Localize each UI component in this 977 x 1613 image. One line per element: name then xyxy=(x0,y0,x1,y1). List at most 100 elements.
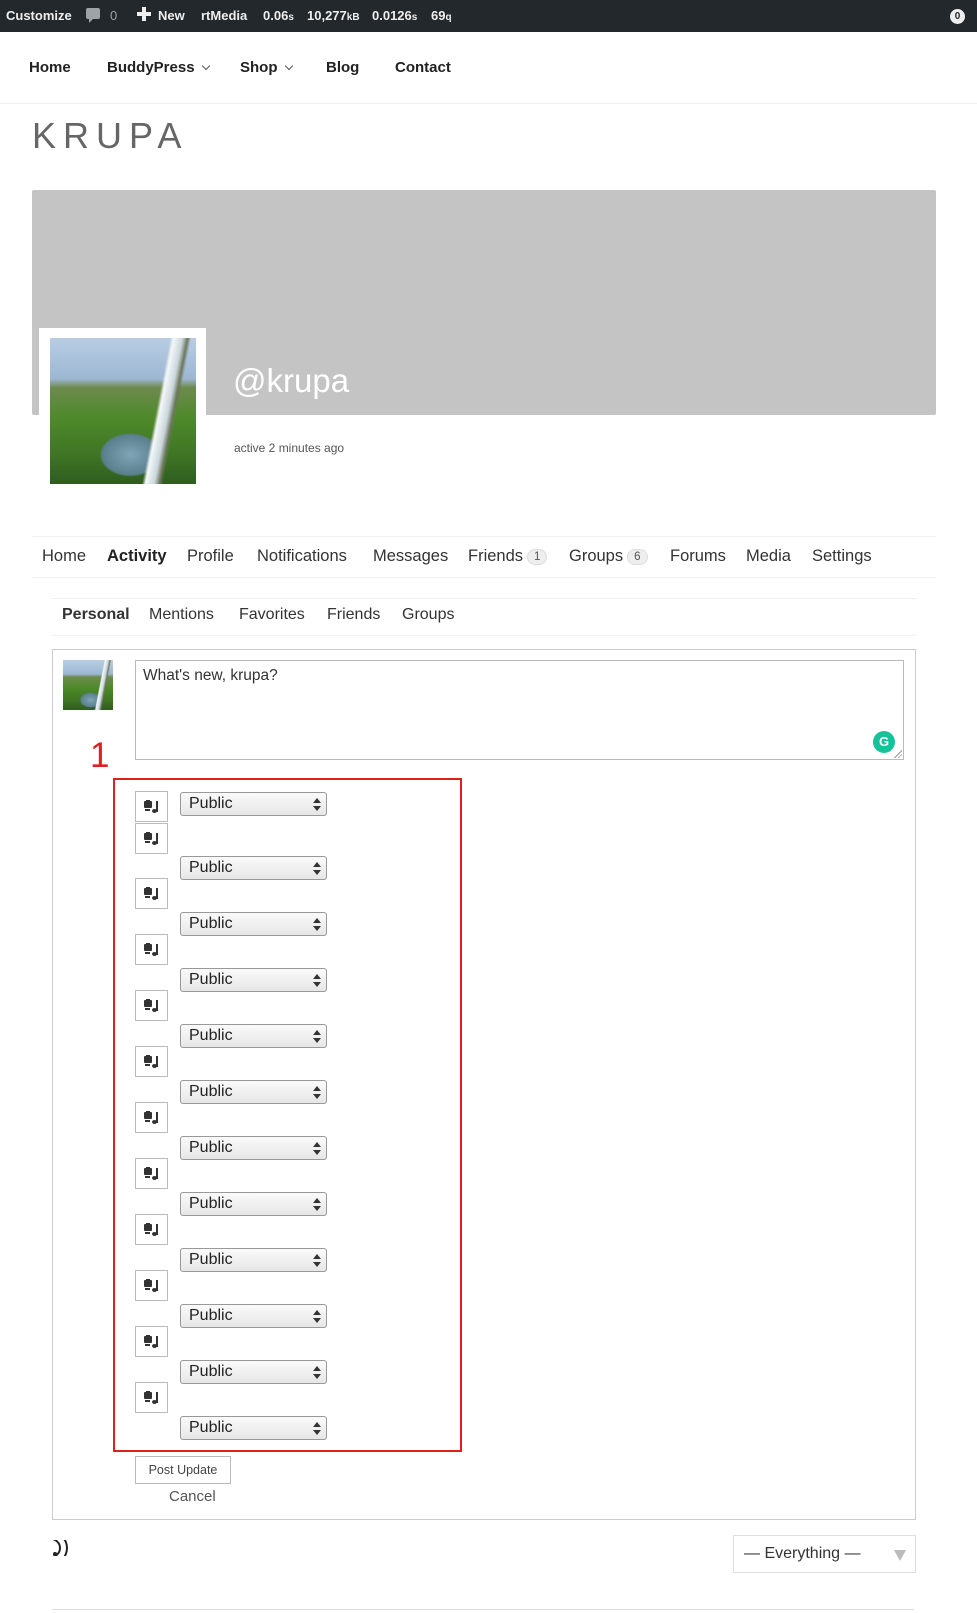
media-upload-icon xyxy=(144,887,160,901)
subtab-groups[interactable]: Groups xyxy=(402,606,454,624)
media-upload-button[interactable] xyxy=(135,1382,168,1413)
plus-icon[interactable] xyxy=(137,7,151,21)
comments-count[interactable]: 0 xyxy=(110,8,117,23)
activity-filter-value: — Everything — xyxy=(744,1545,861,1562)
chevron-down-icon xyxy=(284,61,293,71)
nav-shop-label: Shop xyxy=(240,59,278,76)
post-update-button[interactable]: Post Update xyxy=(135,1456,231,1484)
tab-media[interactable]: Media xyxy=(746,547,791,566)
privacy-select-value: Public xyxy=(189,1139,233,1156)
privacy-select[interactable]: Public xyxy=(180,792,327,816)
privacy-select-value: Public xyxy=(189,1363,233,1380)
privacy-select-value: Public xyxy=(189,1083,233,1100)
select-arrows-icon xyxy=(313,1364,321,1380)
select-arrows-icon xyxy=(313,860,321,876)
media-upload-button[interactable] xyxy=(135,1158,168,1189)
user-handle: @krupa xyxy=(233,362,350,399)
avatar[interactable] xyxy=(50,338,196,484)
tab-groups-label: Groups xyxy=(569,547,624,565)
cancel-link[interactable]: Cancel xyxy=(169,1488,216,1505)
annotation-number: 1 xyxy=(90,736,110,775)
privacy-select[interactable]: Public xyxy=(180,968,327,992)
notification-count-badge[interactable]: 0 xyxy=(950,9,965,24)
select-arrows-icon xyxy=(313,1420,321,1436)
media-upload-icon xyxy=(144,999,160,1013)
tab-settings[interactable]: Settings xyxy=(812,547,872,566)
media-upload-icon xyxy=(144,1055,160,1069)
privacy-select-value: Public xyxy=(189,915,233,932)
whats-new-textarea[interactable]: What's new, krupa? xyxy=(135,660,904,760)
media-upload-icon xyxy=(144,1167,160,1181)
tab-profile[interactable]: Profile xyxy=(187,547,234,566)
media-upload-button[interactable] xyxy=(135,1326,168,1357)
friends-count-badge: 1 xyxy=(527,549,548,565)
privacy-select[interactable]: Public xyxy=(180,1304,327,1328)
media-upload-button[interactable] xyxy=(135,1270,168,1301)
tab-forums[interactable]: Forums xyxy=(670,547,726,566)
rss-icon[interactable] xyxy=(53,1540,69,1556)
tab-groups[interactable]: Groups 6 xyxy=(569,547,648,566)
comment-bubble-icon[interactable] xyxy=(86,8,100,23)
privacy-select-value: Public xyxy=(189,859,233,876)
privacy-select[interactable]: Public xyxy=(180,912,327,936)
rtmedia-link[interactable]: rtMedia xyxy=(201,8,247,23)
privacy-select-value: Public xyxy=(189,1251,233,1268)
tab-messages[interactable]: Messages xyxy=(373,547,448,566)
nav-blog[interactable]: Blog xyxy=(326,59,359,76)
select-arrows-icon xyxy=(313,972,321,988)
media-upload-icon xyxy=(144,943,160,957)
nav-buddypress[interactable]: BuddyPress xyxy=(107,59,210,76)
privacy-select[interactable]: Public xyxy=(180,1136,327,1160)
select-arrows-icon xyxy=(313,1252,321,1268)
media-upload-button[interactable] xyxy=(135,934,168,965)
select-arrows-icon xyxy=(313,796,321,812)
customize-link[interactable]: Customize xyxy=(6,8,72,23)
media-upload-button[interactable] xyxy=(135,1214,168,1245)
tab-friends[interactable]: Friends 1 xyxy=(468,547,548,566)
avatar[interactable] xyxy=(63,660,113,710)
dropdown-arrow-icon xyxy=(894,1550,906,1561)
resize-handle[interactable] xyxy=(894,750,902,758)
media-upload-button[interactable] xyxy=(135,823,168,854)
privacy-select[interactable]: Public xyxy=(180,1248,327,1272)
site-title[interactable]: KRUPA xyxy=(32,115,188,157)
debug-stat-queries: 69q xyxy=(431,8,452,23)
select-arrows-icon xyxy=(313,1196,321,1212)
media-upload-button[interactable] xyxy=(135,990,168,1021)
nav-contact[interactable]: Contact xyxy=(395,59,451,76)
privacy-select[interactable]: Public xyxy=(180,1080,327,1104)
new-content-link[interactable]: New xyxy=(158,8,185,23)
privacy-select-value: Public xyxy=(189,1195,233,1212)
debug-stat-query-time: 0.0126s xyxy=(372,8,418,23)
grammarly-icon[interactable]: G xyxy=(873,731,895,753)
subtab-friends[interactable]: Friends xyxy=(327,606,380,624)
privacy-select[interactable]: Public xyxy=(180,1024,327,1048)
media-upload-icon xyxy=(144,1391,160,1405)
nav-home[interactable]: Home xyxy=(29,59,71,76)
privacy-select[interactable]: Public xyxy=(180,1416,327,1440)
media-upload-button[interactable] xyxy=(135,791,168,822)
subtab-personal[interactable]: Personal xyxy=(62,606,130,624)
chevron-down-icon xyxy=(201,61,210,71)
tab-activity[interactable]: Activity xyxy=(107,547,167,566)
tab-notifications[interactable]: Notifications xyxy=(257,547,347,566)
privacy-select[interactable]: Public xyxy=(180,1360,327,1384)
tab-home[interactable]: Home xyxy=(42,547,86,566)
select-arrows-icon xyxy=(313,1308,321,1324)
last-active: active 2 minutes ago xyxy=(234,441,345,455)
privacy-select[interactable]: Public xyxy=(180,1192,327,1216)
media-upload-button[interactable] xyxy=(135,1102,168,1133)
debug-stat-time: 0.06s xyxy=(263,8,294,23)
media-upload-icon xyxy=(144,1223,160,1237)
activity-filter-select[interactable]: — Everything — xyxy=(733,1535,916,1573)
nav-shop[interactable]: Shop xyxy=(240,59,293,76)
subtab-mentions[interactable]: Mentions xyxy=(149,606,214,624)
media-upload-button[interactable] xyxy=(135,1046,168,1077)
privacy-select-value: Public xyxy=(189,795,233,812)
nav-buddypress-label: BuddyPress xyxy=(107,59,195,76)
select-arrows-icon xyxy=(313,1028,321,1044)
media-upload-button[interactable] xyxy=(135,878,168,909)
subtab-favorites[interactable]: Favorites xyxy=(239,606,305,624)
privacy-select[interactable]: Public xyxy=(180,856,327,880)
select-arrows-icon xyxy=(313,1084,321,1100)
